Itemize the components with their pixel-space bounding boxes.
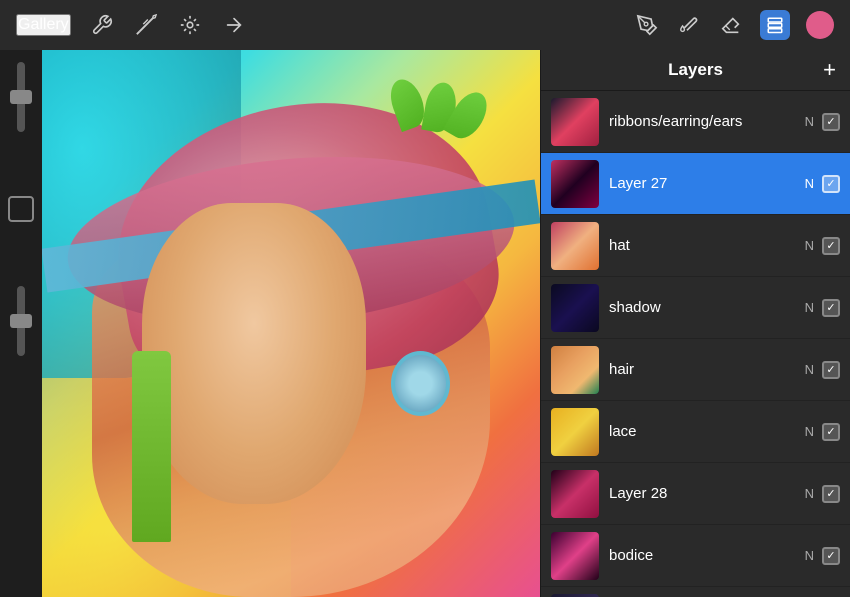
layer-item-body[interactable]: bodyN›	[541, 587, 850, 597]
layer-thumbnail-lace	[551, 408, 599, 456]
layer-item-bodice[interactable]: bodice N	[541, 525, 850, 587]
layer-checkbox-shadow[interactable]	[822, 299, 840, 317]
top-bar: Gallery	[0, 0, 850, 50]
face	[142, 203, 366, 504]
layers-panel: Layers + ribbons/earring/ears N Layer 27 Nh…	[540, 50, 850, 597]
layer-mode-shadow: N	[805, 300, 814, 315]
layer-mode-ribbons: N	[805, 114, 814, 129]
layer-thumbnail-bodice	[551, 532, 599, 580]
layer-mode-layer28: N	[805, 486, 814, 501]
layer-name-shadow: shadow	[609, 299, 795, 316]
popsicle	[132, 351, 172, 542]
move-icon[interactable]	[221, 12, 247, 38]
illustration	[42, 50, 540, 597]
layer-mode-layer27: N	[805, 176, 814, 191]
layer-item-lace[interactable]: lace N	[541, 401, 850, 463]
transform-icon[interactable]	[177, 12, 203, 38]
layer-thumbnail-shadow	[551, 284, 599, 332]
wrench-icon[interactable]	[89, 12, 115, 38]
layer-name-layer28: Layer 28	[609, 485, 795, 502]
layer-thumbnail-layer27	[551, 160, 599, 208]
layer-mode-hair: N	[805, 362, 814, 377]
layer-checkbox-bodice[interactable]	[822, 547, 840, 565]
layers-list: ribbons/earring/ears N Layer 27 Nhat Nshadow…	[541, 91, 850, 597]
layer-thumbnail-hat	[551, 222, 599, 270]
layer-checkbox-ribbons[interactable]	[822, 113, 840, 131]
opacity-slider-handle[interactable]	[10, 90, 32, 104]
layer-checkbox-hair[interactable]	[822, 361, 840, 379]
layer-item-shadow[interactable]: shadow N	[541, 277, 850, 339]
magic-wand-icon[interactable]	[133, 12, 159, 38]
brush-tool-icon[interactable]	[676, 12, 702, 38]
layers-header: Layers +	[541, 50, 850, 91]
top-bar-right	[634, 10, 834, 40]
layer-name-bodice: bodice	[609, 547, 795, 564]
eraser-tool-icon[interactable]	[718, 12, 744, 38]
layer-name-hat: hat	[609, 237, 795, 254]
layer-item-hat[interactable]: hat N	[541, 215, 850, 277]
layer-thumbnail-ribbons	[551, 98, 599, 146]
gallery-button[interactable]: Gallery	[16, 14, 71, 36]
layer-checkbox-hat[interactable]	[822, 237, 840, 255]
size-slider[interactable]	[17, 286, 25, 356]
color-swatch[interactable]	[806, 11, 834, 39]
layer-item-hair[interactable]: hair N	[541, 339, 850, 401]
layer-item-layer27[interactable]: Layer 27 N	[541, 153, 850, 215]
opacity-slider[interactable]	[17, 62, 25, 132]
layer-thumbnail-hair	[551, 346, 599, 394]
layer-thumbnail-body	[551, 594, 599, 597]
layer-thumbnail-layer28	[551, 470, 599, 518]
canvas-frame	[8, 196, 34, 222]
layer-name-ribbons: ribbons/earring/ears	[609, 113, 795, 130]
layers-panel-button[interactable]	[760, 10, 790, 40]
leaves	[391, 77, 491, 186]
layer-mode-bodice: N	[805, 548, 814, 563]
top-bar-left: Gallery	[16, 12, 247, 38]
layer-checkbox-layer27[interactable]	[822, 175, 840, 193]
layer-checkbox-layer28[interactable]	[822, 485, 840, 503]
layer-checkbox-lace[interactable]	[822, 423, 840, 441]
canvas-area[interactable]	[42, 50, 540, 597]
layer-item-layer28[interactable]: Layer 28 N	[541, 463, 850, 525]
layers-add-button[interactable]: +	[823, 59, 836, 81]
size-slider-handle[interactable]	[10, 314, 32, 328]
pen-tool-icon[interactable]	[634, 12, 660, 38]
layer-mode-hat: N	[805, 238, 814, 253]
left-sidebar	[0, 50, 42, 597]
layer-name-layer27: Layer 27	[609, 175, 795, 192]
layer-item-ribbons[interactable]: ribbons/earring/ears N	[541, 91, 850, 153]
layer-name-lace: lace	[609, 423, 795, 440]
main-content: Layers + ribbons/earring/ears N Layer 27 Nh…	[0, 50, 850, 597]
layer-name-hair: hair	[609, 361, 795, 378]
layer-mode-lace: N	[805, 424, 814, 439]
layers-title: Layers	[668, 60, 723, 80]
